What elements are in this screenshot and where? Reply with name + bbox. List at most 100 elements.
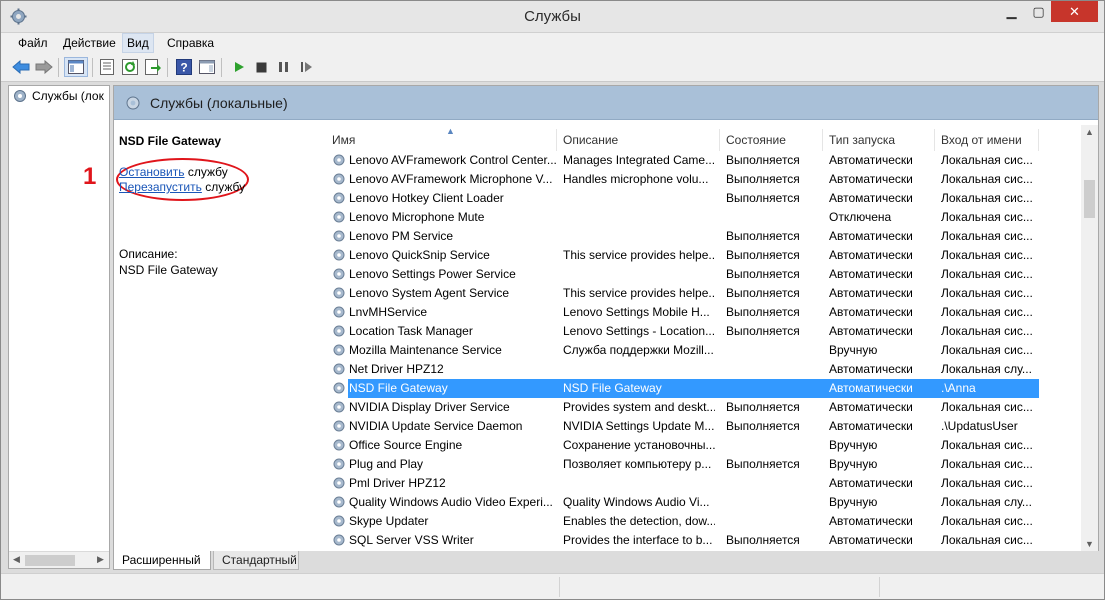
column-header-logon[interactable]: Вход от имени <box>935 129 1039 151</box>
scroll-up-arrow-icon[interactable]: ▲ <box>1085 127 1094 137</box>
table-row[interactable]: Lenovo System Agent Service This service … <box>318 284 1080 303</box>
cell-logon: Локальная сис... <box>941 248 1033 262</box>
toolbar-separator <box>167 58 168 77</box>
cell-logon: .\Anna <box>941 381 976 395</box>
service-gear-icon <box>333 344 345 356</box>
scroll-down-arrow-icon[interactable]: ▼ <box>1085 539 1094 549</box>
menu-action[interactable]: Действие <box>63 36 116 50</box>
column-header-description[interactable]: Описание <box>557 129 720 151</box>
cell-state: Выполняется <box>726 419 800 433</box>
scroll-left-arrow-icon[interactable]: ◀ <box>13 554 20 565</box>
cell-startup-type: Автоматически <box>829 400 913 414</box>
tree-horizontal-scrollbar[interactable]: ◀ ▶ <box>9 551 109 568</box>
service-name: Lenovo AVFramework Control Center... <box>349 153 557 167</box>
table-row[interactable]: Office Source Engine Сохранение установоч… <box>318 436 1080 455</box>
cell-logon: Локальная сис... <box>941 324 1033 338</box>
cell-state: Выполняется <box>726 229 800 243</box>
cell-logon: Локальная слу... <box>941 495 1032 509</box>
console-tree: Службы (лок ◀ ▶ <box>8 85 110 569</box>
maximize-button[interactable]: ▢ <box>1025 1 1052 22</box>
scrollbar-thumb[interactable] <box>1084 180 1095 218</box>
table-row[interactable]: Lenovo Hotkey Client Loader Выполняется Ав… <box>318 189 1080 208</box>
service-gear-icon <box>333 173 345 185</box>
cell-name: Lenovo Microphone Mute <box>332 210 557 224</box>
restart-service-link[interactable]: Перезапустить <box>119 180 202 194</box>
column-header-startup-type[interactable]: Тип запуска <box>823 129 935 151</box>
minimize-button[interactable]: ▁ <box>998 1 1025 22</box>
action-pane-button[interactable] <box>197 57 217 77</box>
show-console-tree-button[interactable] <box>64 57 88 77</box>
help-button[interactable]: ? <box>174 57 194 77</box>
stop-service-link[interactable]: Остановить <box>119 165 185 179</box>
stop-service-button[interactable] <box>251 57 271 77</box>
table-row[interactable]: SQL Server VSS Writer Provides the interf… <box>318 531 1080 550</box>
cell-name: Lenovo AVFramework Microphone V... <box>332 172 557 186</box>
table-row[interactable]: LnvMHService Lenovo Settings Mobile H... В… <box>318 303 1080 322</box>
table-row[interactable]: NVIDIA Update Service Daemon NVIDIA Setti… <box>318 417 1080 436</box>
cell-name: SQL Server VSS Writer <box>332 533 557 547</box>
properties-button[interactable] <box>97 57 117 77</box>
table-row[interactable]: Lenovo AVFramework Control Center... Mana… <box>318 151 1080 170</box>
menu-file[interactable]: Файл <box>18 36 48 50</box>
cell-description: NSD File Gateway <box>563 381 662 395</box>
cell-state: Выполняется <box>726 153 800 167</box>
cell-description: Provides the interface to b... <box>563 533 713 547</box>
services-gear-icon <box>126 96 140 110</box>
list-vertical-scrollbar[interactable]: ▲ ▼ <box>1081 125 1098 551</box>
table-row[interactable]: Lenovo AVFramework Microphone V... Handle… <box>318 170 1080 189</box>
table-row[interactable]: Net Driver HPZ12 Автоматически Локальная с… <box>318 360 1080 379</box>
table-row[interactable]: Pml Driver HPZ12 Автоматически Локальная с… <box>318 474 1080 493</box>
forward-button[interactable] <box>34 57 54 77</box>
svg-text:?: ? <box>180 61 187 75</box>
annotation-marker: 1 <box>83 163 97 190</box>
cell-logon: .\UpdatusUser <box>941 419 1018 433</box>
cell-description: Позволяет компьютеру р... <box>563 457 712 471</box>
column-header-label: Состояние <box>726 133 786 147</box>
table-row[interactable]: Location Task Manager Lenovo Settings - L… <box>318 322 1080 341</box>
resume-service-button[interactable] <box>296 57 316 77</box>
toolbar: ? <box>1 53 1104 82</box>
table-row[interactable]: Mozilla Maintenance Service Служба поддер… <box>318 341 1080 360</box>
table-row[interactable]: Lenovo PM Service Выполняется Автоматическ… <box>318 227 1080 246</box>
start-service-button[interactable] <box>229 57 249 77</box>
menu-view[interactable]: Вид <box>122 33 154 53</box>
cell-name: Office Source Engine <box>332 438 557 452</box>
table-row[interactable]: Lenovo Microphone Mute Отключена Локальная… <box>318 208 1080 227</box>
service-name: Quality Windows Audio Video Experi... <box>349 495 553 509</box>
service-name: Skype Updater <box>349 514 429 528</box>
table-row[interactable]: Quality Windows Audio Video Experi... Qua… <box>318 493 1080 512</box>
column-header-state[interactable]: Состояние <box>720 129 823 151</box>
scrollbar-thumb[interactable] <box>25 555 75 566</box>
service-name: Lenovo QuickSnip Service <box>349 248 490 262</box>
title-bar[interactable]: Службы ▁ ▢ ✕ <box>1 1 1104 32</box>
back-button[interactable] <box>11 57 31 77</box>
pause-service-button[interactable] <box>273 57 293 77</box>
refresh-button[interactable] <box>120 57 140 77</box>
scroll-right-arrow-icon[interactable]: ▶ <box>97 554 104 565</box>
tab-standard[interactable]: Стандартный <box>213 551 299 570</box>
service-name: NVIDIA Update Service Daemon <box>349 419 523 433</box>
close-button[interactable]: ✕ <box>1051 1 1098 22</box>
cell-state: Выполняется <box>726 248 800 262</box>
tab-extended[interactable]: Расширенный <box>113 551 211 570</box>
cell-logon: Локальная сис... <box>941 267 1033 281</box>
cell-name: Lenovo Hotkey Client Loader <box>332 191 557 205</box>
service-gear-icon <box>333 192 345 204</box>
tree-item-services-local[interactable]: Службы (лок <box>12 88 108 104</box>
menu-help[interactable]: Справка <box>167 36 214 50</box>
cell-description: This service provides helpe... <box>563 286 715 300</box>
table-row[interactable]: Skype Updater Enables the detection, dow.… <box>318 512 1080 531</box>
view-tabs: Расширенный Стандартный <box>113 551 513 571</box>
service-name: Location Task Manager <box>349 324 473 338</box>
service-gear-icon <box>333 287 345 299</box>
table-row[interactable]: Plug and Play Позволяет компьютеру р... Вы… <box>318 455 1080 474</box>
table-row[interactable]: Lenovo Settings Power Service Выполняется… <box>318 265 1080 284</box>
cell-logon: Локальная сис... <box>941 191 1033 205</box>
table-row[interactable]: Lenovo QuickSnip Service This service pro… <box>318 246 1080 265</box>
service-gear-icon <box>333 230 345 242</box>
restart-link-suffix: службу <box>201 180 246 194</box>
table-row-selected[interactable]: NSD File Gateway NSD File Gateway Автомати… <box>318 379 1080 398</box>
column-header-name[interactable]: ▲ Имя <box>326 126 557 151</box>
export-list-button[interactable] <box>143 57 163 77</box>
table-row[interactable]: NVIDIA Display Driver Service Provides sy… <box>318 398 1080 417</box>
